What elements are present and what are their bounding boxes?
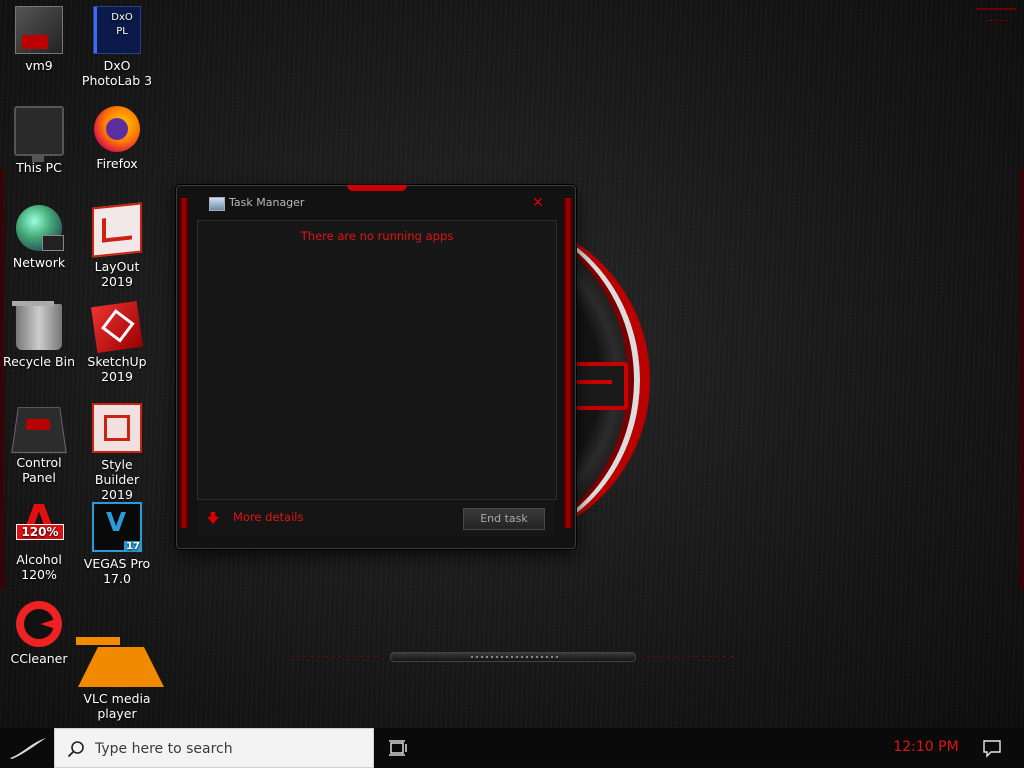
end-task-button[interactable]: End task [463, 508, 545, 530]
desktop-icon-vm9[interactable]: vm9 [0, 6, 78, 73]
window-titlebar[interactable]: Task Manager ✕ [191, 192, 561, 218]
window-top-ornament [347, 185, 407, 191]
window-footer: More details End task [197, 500, 555, 536]
vegas-pro-icon [92, 502, 142, 552]
taskbar-clock[interactable]: 12:10 PM [880, 739, 972, 755]
desktop-icon-label: Style Builder 2019 [94, 457, 140, 502]
search-placeholder: Type here to search [95, 741, 233, 757]
task-manager-window[interactable]: Task Manager ✕ There are no running apps… [176, 185, 576, 549]
wallpaper-center-bar [390, 652, 636, 662]
desktop-icon-this-pc[interactable]: This PC [0, 106, 78, 175]
dxo-photolab-icon: DxO PL [93, 6, 141, 54]
desktop-icon-sketchup[interactable]: SketchUp 2019 [78, 301, 156, 384]
desktop-icon-label: CCleaner [10, 651, 68, 666]
taskbar: Type here to search 12:10 PM [0, 728, 1024, 768]
empty-list-message: There are no running apps [300, 229, 454, 243]
search-icon [67, 741, 84, 758]
window-frame-right [563, 198, 573, 528]
sketchup-icon [91, 301, 143, 353]
notification-center-icon[interactable] [982, 738, 1002, 758]
desktop-icon-label: SketchUp 2019 [87, 354, 147, 384]
running-apps-list[interactable]: There are no running apps [197, 220, 557, 500]
more-details-link[interactable]: More details [233, 510, 303, 524]
desktop-icon-label: LayOut 2019 [94, 259, 140, 289]
desktop-icon-recycle-bin[interactable]: Recycle Bin [0, 301, 78, 369]
control-panel-icon [11, 407, 67, 454]
desktop-icon-label: VEGAS Pro 17.0 [83, 556, 151, 586]
close-button[interactable]: ✕ [523, 194, 553, 212]
desktop-icon-label: Recycle Bin [2, 354, 76, 369]
desktop-icon-ccleaner[interactable]: CCleaner [0, 601, 78, 666]
wallpaper-ring-notch [572, 362, 628, 410]
desktop-icon-firefox[interactable]: Firefox [78, 106, 156, 171]
network-globe-icon [16, 205, 64, 251]
computer-icon [14, 106, 64, 162]
chevron-down-icon[interactable] [207, 512, 219, 524]
firefox-icon [94, 106, 140, 152]
wallpaper-corner-ornament [976, 8, 1016, 30]
window-title: Task Manager [229, 196, 305, 209]
desktop-icon-network[interactable]: Network [0, 205, 78, 270]
task-view-icon[interactable] [388, 739, 408, 757]
vm9-icon [15, 6, 63, 54]
desktop-icon-label: Alcohol 120% [16, 552, 62, 582]
desktop-icon-control-panel[interactable]: Control Panel [0, 403, 78, 485]
desktop-icon-alcohol[interactable]: Alcohol 120% [0, 496, 78, 582]
layout-icon [92, 202, 142, 258]
wallpaper-dash-left [290, 656, 380, 657]
start-logo-icon [10, 738, 46, 759]
close-icon: ✕ [532, 195, 544, 211]
wallpaper-edge-right [1016, 170, 1024, 590]
window-frame-left [179, 198, 189, 528]
ccleaner-icon [16, 601, 62, 647]
vlc-cone-icon [76, 601, 164, 687]
recycle-bin-icon [12, 301, 62, 350]
desktop-icon-layout[interactable]: LayOut 2019 [78, 202, 156, 289]
style-builder-icon [92, 403, 142, 453]
alcohol-120-icon [16, 496, 64, 548]
desktop-icon-style-builder[interactable]: Style Builder 2019 [78, 403, 156, 502]
desktop-icon-label: Firefox [96, 156, 138, 171]
desktop-icon-vlc[interactable]: VLC media player [76, 601, 164, 721]
desktop-icon-label: vm9 [25, 58, 53, 73]
task-manager-icon [209, 197, 225, 211]
wallpaper-dash-right [646, 656, 736, 657]
desktop-icon-label: This PC [16, 160, 62, 175]
dxo-glyph: DxO PL [111, 12, 133, 37]
desktop-icon-label: Network [12, 255, 66, 270]
desktop-icon-label: DxO PhotoLab 3 [81, 58, 153, 88]
desktop-icon-vegas-pro[interactable]: VEGAS Pro 17.0 [78, 502, 156, 586]
search-box[interactable]: Type here to search [54, 728, 374, 768]
desktop-icon-dxo-photolab[interactable]: DxO PL DxO PhotoLab 3 [78, 6, 156, 88]
desktop-icon-label: Control Panel [16, 455, 62, 485]
start-button[interactable] [0, 728, 54, 768]
desktop-icon-label: VLC media player [83, 691, 151, 721]
